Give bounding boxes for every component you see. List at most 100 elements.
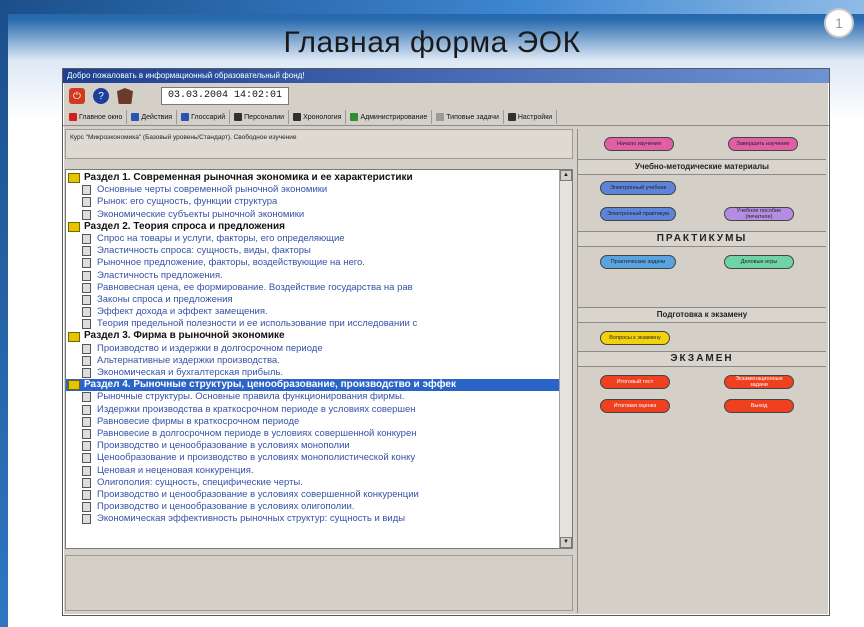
exit-icon[interactable]: ⏻ <box>69 88 85 104</box>
tree-topic[interactable]: Издержки производства в краткосрочном пе… <box>66 404 560 416</box>
tree-label: Издержки производства в краткосрочном пе… <box>97 403 416 415</box>
tree-topic[interactable]: Рыночные структуры. Основные правила фун… <box>66 391 560 403</box>
tree-label: Раздел 2. Теория спроса и предложения <box>84 220 285 232</box>
tree-label: Производство и издержки в долгосрочном п… <box>97 342 323 354</box>
final-grade-button[interactable]: Итоговая оценка <box>600 399 670 413</box>
tree-topic[interactable]: Экономическая и бухгалтерская прибыль. <box>66 367 560 379</box>
tree-topic[interactable]: Экономические субъекты рыночной экономик… <box>66 209 560 221</box>
tab-icon <box>507 113 516 121</box>
tree-topic[interactable]: Экономическая эффективность рыночных стр… <box>66 513 560 525</box>
tab-label: Действия <box>141 113 173 121</box>
tree-topic[interactable]: Эффект дохода и эффект замещения. <box>66 306 560 318</box>
tree-label: Раздел 4. Рыночные структуры, ценообразо… <box>84 379 456 391</box>
tree-topic[interactable]: Законы спроса и предложения <box>66 294 560 306</box>
document-icon <box>82 185 91 196</box>
window-titlebar: Добро пожаловать в информационный образо… <box>63 69 829 83</box>
tree-topic[interactable]: Рынок: его сущность, функции структура <box>66 196 560 208</box>
document-icon <box>82 294 91 305</box>
document-icon <box>82 453 91 464</box>
tree-topic[interactable]: Рыночное предложение, факторы, воздейств… <box>66 257 560 269</box>
exit-button[interactable]: Выход <box>724 399 794 413</box>
tab-0[interactable]: Главное окно <box>65 110 128 124</box>
tree-topic[interactable]: Производство и ценообразование в условия… <box>66 489 560 501</box>
tree-label: Раздел 3. Фирма в рыночной экономике <box>84 330 285 342</box>
practice-tasks-button[interactable]: Практические задачи <box>600 255 676 269</box>
tree-label: Олигополия: сущность, специфические черт… <box>97 476 303 488</box>
tree-topic[interactable]: Производство и издержки в долгосрочном п… <box>66 343 560 355</box>
document-icon <box>82 343 91 354</box>
tree-topic[interactable]: Теория предельной полезности и ее исполь… <box>66 318 560 330</box>
tree-topic[interactable]: Альтернативные издержки производства. <box>66 355 560 367</box>
status-strip <box>65 555 573 611</box>
app-window: Добро пожаловать в информационный образо… <box>62 68 830 616</box>
tree-topic[interactable]: Спрос на товары и услуги, факторы, его о… <box>66 233 560 245</box>
tree-label: Производство и ценообразование в условия… <box>97 440 350 452</box>
tab-2[interactable]: Глоссарий <box>177 110 231 124</box>
top-toolbar: ⏻ ? 03.03.2004 14:02:01 <box>63 83 829 109</box>
tree-label: Производство и ценообразование в условия… <box>97 488 419 500</box>
document-icon <box>82 429 91 440</box>
tree-section[interactable]: Раздел 3. Фирма в рыночной экономике <box>66 330 560 342</box>
exam-tasks-button[interactable]: Экзаменационные задачи <box>724 375 794 389</box>
tab-icon <box>69 113 77 121</box>
tree-topic[interactable]: Производство и ценообразование в условия… <box>66 501 560 513</box>
tree-label: Экономическая эффективность рыночных стр… <box>97 513 406 525</box>
slide-top-bar <box>0 0 864 14</box>
scroll-down-button[interactable]: ▼ <box>560 537 572 548</box>
tab-3[interactable]: Персоналии <box>230 110 290 124</box>
tab-icon <box>181 113 190 121</box>
tab-1[interactable]: Действия <box>127 110 178 124</box>
tab-7[interactable]: Настройки <box>504 110 558 124</box>
exam-heading: ЭКЗАМЕН <box>578 351 826 367</box>
tree-topic[interactable]: Эластичность спроса: сущность, виды, фак… <box>66 245 560 257</box>
finish-study-button[interactable]: Завершить изучение <box>728 137 798 151</box>
tree-topic[interactable]: Производство и ценообразование в условия… <box>66 440 560 452</box>
tree-topic[interactable]: Равновесие фирмы в краткосрочном периоде <box>66 416 560 428</box>
document-icon <box>82 234 91 245</box>
tree-topic[interactable]: Олигополия: сущность, специфические черт… <box>66 477 560 489</box>
document-icon <box>82 368 91 379</box>
document-icon <box>82 270 91 281</box>
tree-topic[interactable]: Основные черты современной рыночной экон… <box>66 184 560 196</box>
tree-section[interactable]: Раздел 1. Современная рыночная экономика… <box>66 172 560 184</box>
folder-icon <box>68 173 80 184</box>
emblem-icon <box>117 88 133 104</box>
tree-section[interactable]: Раздел 2. Теория спроса и предложения <box>66 221 560 233</box>
final-test-button[interactable]: Итоговый тест <box>600 375 670 389</box>
document-icon <box>82 355 91 366</box>
document-icon <box>82 392 91 403</box>
tree-section[interactable]: Раздел 4. Рыночные структуры, ценообразо… <box>66 379 560 392</box>
tree-label: Ценообразование и производство в условия… <box>97 452 416 464</box>
tree-label: Экономическая и бухгалтерская прибыль. <box>97 367 284 378</box>
business-games-button[interactable]: Деловые игры <box>724 255 794 269</box>
tree-topic[interactable]: Эластичность предложения. <box>66 270 560 282</box>
document-icon <box>82 441 91 452</box>
tree-topic[interactable]: Ценовая и неценовая конкуренция. <box>66 465 560 477</box>
start-study-button[interactable]: Начало изучения <box>604 137 674 151</box>
tab-icon <box>131 113 140 121</box>
document-icon <box>82 282 91 293</box>
manual-button[interactable]: Учебное пособие (печатное) <box>724 207 794 221</box>
practicum-button[interactable]: Электронный практикум <box>600 207 676 221</box>
tree-topic[interactable]: Равновесная цена, ее формирование. Возде… <box>66 282 560 294</box>
help-icon[interactable]: ? <box>93 88 109 104</box>
exam-questions-button[interactable]: Вопросы к экзамену <box>600 331 670 345</box>
folder-icon <box>68 331 80 342</box>
tree-label: Производство и ценообразование в условия… <box>97 501 355 513</box>
tab-icon <box>234 113 243 121</box>
tree-scrollbar[interactable]: ▲ ▼ <box>559 170 572 548</box>
tree-label: Равновесие в долгосрочном периоде в усло… <box>97 427 417 439</box>
tab-4[interactable]: Хронология <box>289 110 347 124</box>
tree-label: Рыночное предложение, факторы, воздейств… <box>97 257 365 269</box>
tree-topic[interactable]: Ценообразование и производство в условия… <box>66 452 560 464</box>
course-tree: Раздел 1. Современная рыночная экономика… <box>65 169 573 549</box>
tab-label: Хронология <box>303 113 342 121</box>
tab-5[interactable]: Администрирование <box>346 110 433 124</box>
folder-icon <box>68 380 80 391</box>
tree-topic[interactable]: Равновесие в долгосрочном периоде в усло… <box>66 428 560 440</box>
slide-title: Главная форма ЭОК <box>283 26 581 59</box>
materials-heading: Учебно-методические материалы <box>578 159 826 175</box>
scroll-up-button[interactable]: ▲ <box>560 170 572 181</box>
textbook-button[interactable]: Электронный учебник <box>600 181 676 195</box>
tab-6[interactable]: Типовые задачи <box>432 110 504 124</box>
